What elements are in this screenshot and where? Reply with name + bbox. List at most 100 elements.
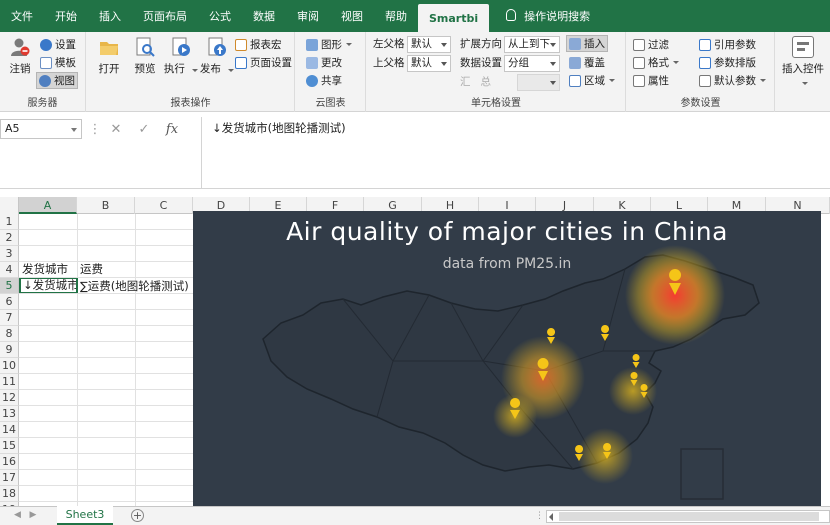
row-header-2[interactable]: 2 (0, 230, 19, 246)
region-button[interactable]: 区域 (567, 72, 617, 89)
publish-button[interactable]: 发布 (199, 36, 235, 76)
row-header-4[interactable]: 4 (0, 262, 19, 278)
gridline (19, 293, 193, 294)
sheet-tab-sheet3[interactable]: Sheet3 (57, 506, 113, 525)
top-parent-select[interactable]: 默认 (407, 55, 451, 72)
format-button[interactable]: 格式 (631, 54, 681, 71)
change-button[interactable]: 更改 (304, 54, 344, 71)
scrollbar-thumb[interactable] (559, 512, 819, 521)
row-header-1[interactable]: 1 (0, 214, 19, 230)
default-param-label: 默认参数 (714, 75, 756, 87)
data-setting-select[interactable]: 分组 (504, 55, 560, 72)
column-header-c[interactable]: C (135, 197, 193, 214)
tell-me-search[interactable]: 操作说明搜索 (495, 0, 601, 32)
row-header-8[interactable]: 8 (0, 326, 19, 342)
gridline (19, 405, 193, 406)
row-header-11[interactable]: 11 (0, 374, 19, 390)
row-header-7[interactable]: 7 (0, 310, 19, 326)
group-cloud-chart: 图形 更改 共享 云图表 (296, 32, 366, 112)
insert-control-label: 插入控件 (782, 63, 824, 75)
param-layout-button[interactable]: 参数排版 (697, 54, 758, 71)
page-setup-button[interactable]: 页面设置 (233, 54, 294, 71)
cover-mode-button[interactable]: 覆盖 (567, 54, 607, 71)
expand-direction-select[interactable]: 从上到下 (504, 36, 560, 53)
tab-page-layout[interactable]: 页面布局 (132, 0, 198, 32)
tab-formulas[interactable]: 公式 (198, 0, 242, 32)
chevron-down-icon (346, 43, 352, 46)
template-button[interactable]: 模板 (38, 54, 78, 71)
column-header-a[interactable]: A (19, 197, 77, 214)
reference-param-button[interactable]: 引用参数 (697, 36, 758, 53)
tab-smartbi[interactable]: Smartbi (418, 4, 490, 32)
row-header-10[interactable]: 10 (0, 358, 19, 374)
default-param-button[interactable]: 默认参数 (697, 72, 768, 89)
left-parent-value: 默认 (411, 38, 432, 50)
view-button[interactable]: 视图 (36, 72, 78, 89)
row-header-17[interactable]: 17 (0, 470, 19, 486)
row-header-13[interactable]: 13 (0, 406, 19, 422)
group-report-ops: 打开 预览 执行 发布 报表宏 页面设置 报表操作 (87, 32, 295, 112)
add-sheet-icon[interactable]: + (131, 509, 144, 522)
heat-spot-south (577, 428, 633, 484)
shape-button[interactable]: 图形 (304, 36, 354, 53)
logout-label: 注销 (9, 63, 31, 75)
open-button[interactable]: 打开 (91, 36, 127, 76)
logout-button[interactable]: 注销 (2, 36, 38, 76)
formula-bar: A5 ⋮ ✕ ✓ fx ↓发货城市(地图轮播测试) (0, 113, 830, 189)
cell-b4[interactable]: 运费 (78, 261, 135, 277)
play-icon (170, 36, 192, 58)
left-parent-label: 左父格 (373, 38, 405, 50)
cancel-icon[interactable]: ✕ (102, 122, 130, 137)
property-button[interactable]: 属性 (631, 72, 671, 89)
insert-function-icon[interactable]: fx (158, 122, 186, 137)
insert-control-button[interactable]: 插入控件 (781, 36, 825, 88)
name-box[interactable]: A5 (0, 119, 82, 139)
settings-label: 设置 (55, 39, 76, 51)
chevron-down-icon (550, 43, 556, 47)
tab-home[interactable]: 开始 (44, 0, 88, 32)
settings-button[interactable]: 设置 (38, 36, 78, 53)
row-header-5[interactable]: 5 (0, 278, 19, 294)
cell-b5[interactable]: ∑运费(地图轮播测试) (78, 278, 193, 294)
template-icon (40, 56, 52, 69)
cell-a4[interactable]: 发货城市 (20, 261, 77, 277)
gridline (19, 485, 193, 486)
more-icon[interactable]: ⋮ (535, 511, 544, 521)
top-parent-value: 默认 (411, 57, 432, 69)
share-button[interactable]: 共享 (304, 72, 344, 89)
formula-input[interactable]: ↓发货城市(地图轮播测试) (201, 117, 830, 189)
tab-data[interactable]: 数据 (242, 0, 286, 32)
page-setup-icon (235, 56, 247, 69)
tab-help[interactable]: 帮助 (374, 0, 418, 32)
tab-file[interactable]: 文件 (0, 0, 44, 32)
scroll-left-icon[interactable] (549, 513, 553, 521)
select-all-corner[interactable] (0, 197, 19, 214)
filter-button[interactable]: 过滤 (631, 36, 671, 53)
map-chart[interactable]: Air quality of major cities in China dat… (193, 211, 821, 507)
row-header-16[interactable]: 16 (0, 454, 19, 470)
preview-button[interactable]: 预览 (127, 36, 163, 76)
tab-insert[interactable]: 插入 (88, 0, 132, 32)
row-header-18[interactable]: 18 (0, 486, 19, 502)
reference-icon (699, 38, 711, 51)
left-parent-select[interactable]: 默认 (407, 36, 451, 53)
insert-mode-button[interactable]: 插入 (566, 35, 608, 52)
region-label: 区域 (584, 75, 605, 87)
row-header-12[interactable]: 12 (0, 390, 19, 406)
horizontal-scrollbar[interactable] (546, 510, 830, 523)
row-header-3[interactable]: 3 (0, 246, 19, 262)
enter-check-icon[interactable]: ✓ (130, 122, 158, 137)
sheet-nav-arrows-icon[interactable]: ◀ ▶ (14, 510, 36, 520)
execute-button[interactable]: 执行 (163, 36, 199, 76)
tab-review[interactable]: 审阅 (286, 0, 330, 32)
row-header-9[interactable]: 9 (0, 342, 19, 358)
row-header-6[interactable]: 6 (0, 294, 19, 310)
cell-a5[interactable]: ↓发货城市(地图轮播测试) (19, 277, 78, 294)
report-macro-button[interactable]: 报表宏 (233, 36, 284, 53)
row-header-14[interactable]: 14 (0, 422, 19, 438)
change-label: 更改 (321, 57, 342, 69)
region-icon (569, 74, 581, 87)
tab-view[interactable]: 视图 (330, 0, 374, 32)
row-header-15[interactable]: 15 (0, 438, 19, 454)
column-header-b[interactable]: B (77, 197, 135, 214)
